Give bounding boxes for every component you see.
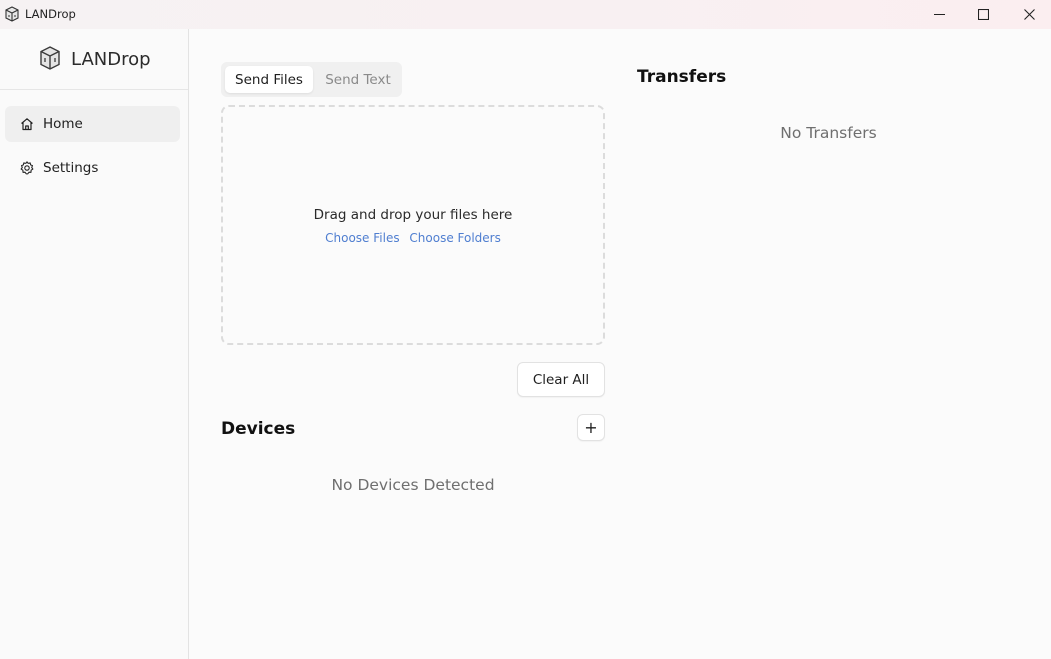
sidebar-item-label: Home bbox=[43, 116, 83, 132]
app-logo-icon bbox=[5, 6, 19, 22]
window-title: LANDrop bbox=[25, 7, 76, 21]
title-bar: LANDrop bbox=[0, 0, 1051, 29]
clear-all-button[interactable]: Clear All bbox=[517, 362, 605, 397]
brand: LANDrop bbox=[0, 29, 188, 90]
sidebar-item-label: Settings bbox=[43, 160, 99, 176]
home-icon bbox=[21, 118, 33, 131]
close-button[interactable] bbox=[1006, 0, 1051, 29]
file-drop-zone[interactable]: Drag and drop your files here Choose Fil… bbox=[221, 105, 605, 345]
minimize-button[interactable] bbox=[916, 0, 962, 29]
choose-files-link[interactable]: Choose Files bbox=[325, 231, 399, 245]
no-devices-message: No Devices Detected bbox=[331, 476, 495, 494]
tab-send-files[interactable]: Send Files bbox=[225, 66, 313, 93]
gear-icon bbox=[20, 161, 34, 175]
brand-name: LANDrop bbox=[71, 49, 151, 70]
plus-icon: + bbox=[584, 418, 598, 437]
transfers-heading: Transfers bbox=[637, 67, 727, 87]
sidebar-item-settings[interactable]: Settings bbox=[5, 150, 180, 186]
maximize-icon bbox=[977, 9, 989, 20]
devices-heading: Devices bbox=[221, 419, 296, 439]
sidebar: LANDrop Home Settings bbox=[0, 29, 189, 659]
brand-logo-icon bbox=[40, 46, 60, 70]
add-device-button[interactable]: + bbox=[577, 414, 605, 441]
sidebar-item-home[interactable]: Home bbox=[5, 106, 180, 142]
no-transfers-message: No Transfers bbox=[780, 124, 877, 142]
maximize-button[interactable] bbox=[960, 0, 1006, 29]
choose-folders-link[interactable]: Choose Folders bbox=[409, 231, 500, 245]
send-mode-tabs: Send Files Send Text bbox=[221, 62, 402, 97]
minimize-icon bbox=[933, 14, 945, 15]
drop-zone-links: Choose Files Choose Folders bbox=[223, 231, 603, 245]
tab-send-text[interactable]: Send Text bbox=[317, 66, 399, 93]
close-icon bbox=[1023, 9, 1035, 20]
drop-zone-text: Drag and drop your files here bbox=[313, 207, 513, 223]
